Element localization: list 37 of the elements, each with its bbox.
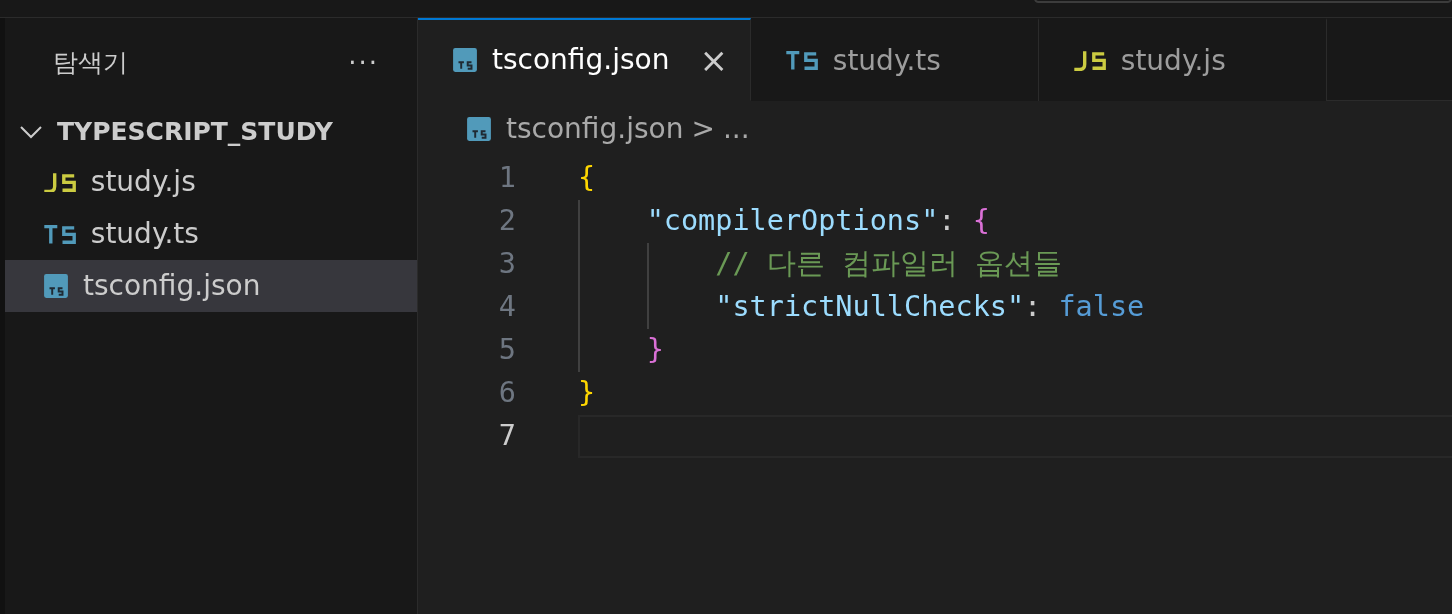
js-letters-icon [43,171,77,193]
code-token: } [646,332,664,369]
line-number: 5 [497,332,517,369]
code-token: // 다른 컴파일러 옵션들 [715,246,1063,283]
code-token: } [578,375,596,412]
breadcrumb-item[interactable]: ... [722,108,750,150]
breadcrumb-separator: > [691,111,715,147]
code-token: "strictNullChecks" [715,289,1025,326]
ts-letters-icon [785,50,819,71]
editor-tab[interactable]: tsconfig.json × [418,18,751,101]
ts-file-icon [43,273,69,299]
editor-tab[interactable]: study.js [1039,18,1327,101]
file-item[interactable]: study.js [5,156,417,208]
ts-file-icon [452,47,478,73]
line-number: 3 [497,246,517,283]
code-token: : [938,203,957,240]
line-number: 1 [497,160,517,197]
file-item[interactable]: study.ts [5,208,417,260]
close-button[interactable]: × [699,43,728,77]
line-number: 6 [497,375,517,412]
code-token: false [1058,289,1145,326]
file-item[interactable]: tsconfig.json [5,260,417,312]
code-token: { [972,203,990,240]
js-letters-icon [1073,50,1107,71]
code-token: "compilerOptions" [646,203,939,240]
explorer-title: 탐색기 [53,47,128,80]
line-number: 4 [497,289,517,326]
ts-letters-icon [43,223,77,245]
code-token: : [1024,289,1043,326]
folder-row[interactable]: TYPESCRIPT_STUDY [5,108,417,156]
ts-file-icon [466,116,492,142]
breadcrumb-item[interactable]: tsconfig.json [506,108,684,150]
code-token: { [578,160,596,197]
more-actions-button[interactable]: ··· [348,43,379,83]
editor-tab[interactable]: study.ts [751,18,1039,101]
line-number: 7 [497,418,517,455]
line-number: 2 [497,203,517,240]
